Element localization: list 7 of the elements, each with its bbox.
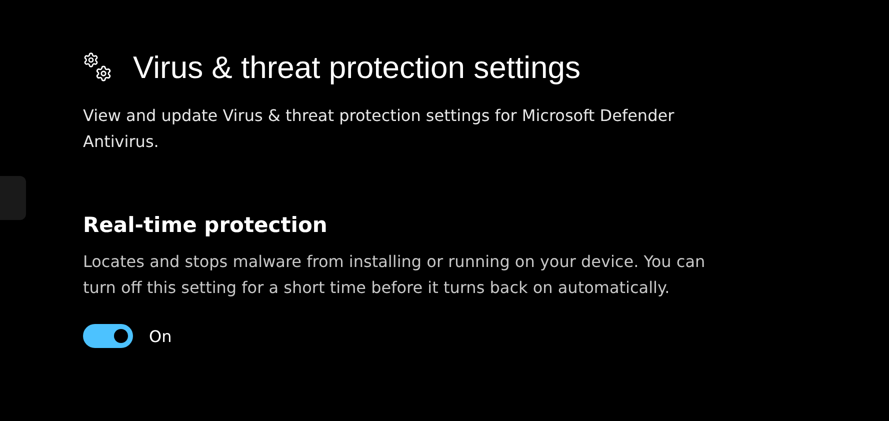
- section-heading: Real-time protection: [83, 213, 328, 237]
- nav-item-background: [0, 176, 26, 220]
- page-description: View and update Virus & threat protection settings for Microsoft Defender Antivirus.: [83, 105, 676, 153]
- toggle-switch[interactable]: [83, 324, 133, 348]
- page-title: Virus & threat protection settings: [133, 50, 580, 86]
- toggle-label: On: [149, 326, 172, 346]
- section-description: Locates and stops malware from installing or running on your device. You can turn off this setting for a short time before it turns back on automatically.: [83, 251, 706, 299]
